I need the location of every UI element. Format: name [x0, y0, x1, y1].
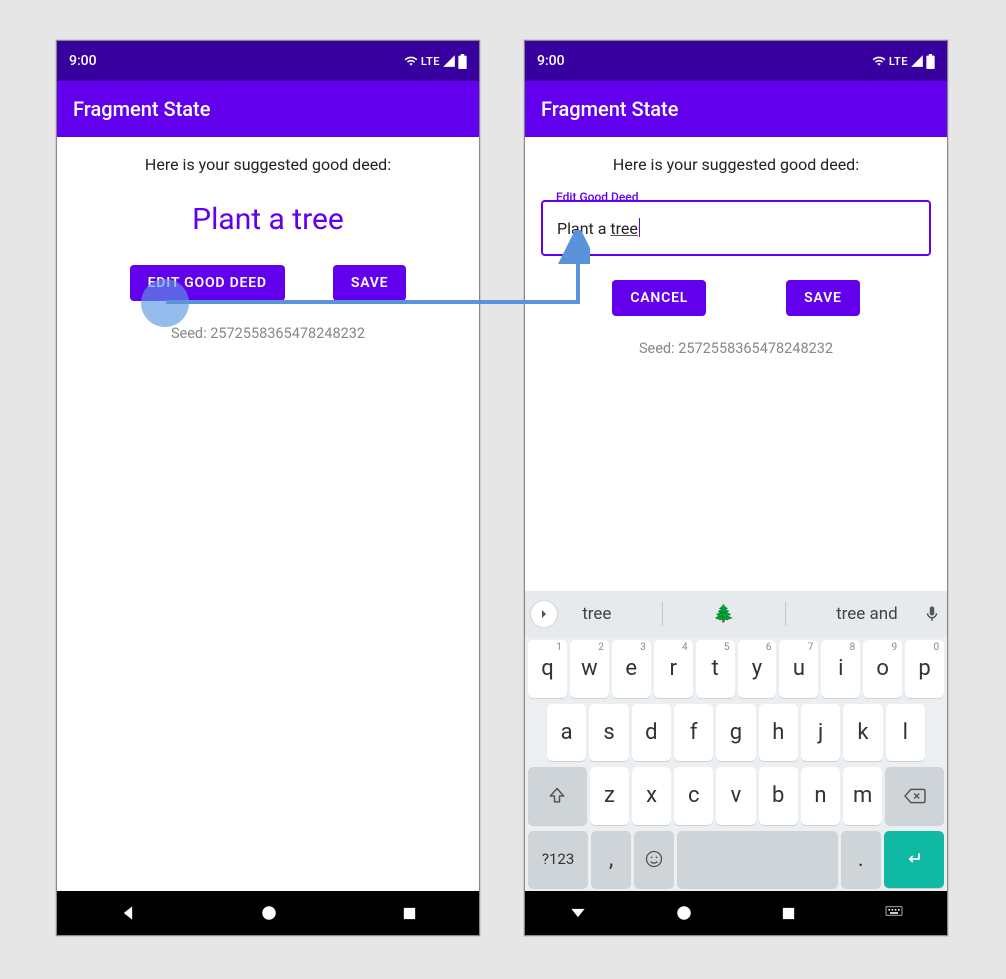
signal-icon	[442, 54, 456, 68]
suggestion-2[interactable]: 🌲	[713, 604, 734, 624]
back-icon[interactable]	[118, 903, 138, 923]
key-n[interactable]: n	[801, 767, 840, 825]
status-bar: 9:00 LTE	[57, 41, 479, 81]
nav-bar	[57, 891, 479, 935]
app-bar: Fragment State	[57, 81, 479, 137]
key-b[interactable]: b	[759, 767, 798, 825]
lte-label: LTE	[889, 55, 908, 68]
wifi-icon	[871, 54, 887, 68]
cancel-button[interactable]: CANCEL	[612, 280, 706, 316]
key-q[interactable]: q1	[528, 640, 567, 698]
key-c[interactable]: c	[674, 767, 713, 825]
key-j[interactable]: j	[801, 704, 840, 762]
expand-suggestions-icon[interactable]	[531, 601, 557, 627]
key-a[interactable]: a	[547, 704, 586, 762]
symbols-key[interactable]: ?123	[528, 831, 588, 889]
wifi-icon	[403, 54, 419, 68]
screen-right: 9:00 LTE Fragment State Here is your sug…	[525, 41, 947, 891]
key-d[interactable]: d	[632, 704, 671, 762]
status-bar: 9:00 LTE	[525, 41, 947, 81]
key-u[interactable]: u7	[779, 640, 818, 698]
shift-key[interactable]	[528, 767, 587, 825]
seed-text: Seed: 2572558365478248232	[57, 325, 479, 342]
key-o[interactable]: o9	[863, 640, 902, 698]
status-icons: LTE	[871, 54, 935, 69]
nav-bar	[525, 891, 947, 935]
key-e[interactable]: e3	[612, 640, 651, 698]
app-bar: Fragment State	[525, 81, 947, 137]
battery-icon	[458, 54, 467, 69]
app-title: Fragment State	[541, 97, 678, 121]
suggestions: tree 🌲 tree and	[557, 602, 923, 626]
suggestion-1[interactable]: tree	[582, 604, 611, 624]
separator	[662, 602, 663, 626]
key-r[interactable]: r4	[654, 640, 693, 698]
key-h[interactable]: h	[759, 704, 798, 762]
key-s[interactable]: s	[589, 704, 628, 762]
screen-left: 9:00 LTE Fragment State Here is your sug…	[57, 41, 479, 891]
key-row-2: asdfghjkl	[525, 701, 947, 765]
key-p[interactable]: p0	[905, 640, 944, 698]
key-l[interactable]: l	[886, 704, 925, 762]
key-grid: q1w2e3r4t5y6u7i8o9p0 asdfghjkl zxcvbnm ?…	[525, 637, 947, 891]
key-g[interactable]: g	[716, 704, 755, 762]
status-icons: LTE	[403, 54, 467, 69]
button-row: EDIT GOOD DEED SAVE	[57, 265, 479, 301]
key-f[interactable]: f	[674, 704, 713, 762]
period-key[interactable]: .	[841, 831, 881, 889]
space-key[interactable]	[677, 831, 837, 889]
key-y[interactable]: y6	[738, 640, 777, 698]
emoji-key[interactable]	[634, 831, 674, 889]
field-box[interactable]: Plant a tree	[541, 200, 931, 256]
prompt-text: Here is your suggested good deed:	[57, 155, 479, 174]
save-button[interactable]: SAVE	[333, 265, 407, 301]
enter-key[interactable]	[884, 831, 944, 889]
key-m[interactable]: m	[843, 767, 882, 825]
app-title: Fragment State	[73, 97, 210, 121]
save-button[interactable]: SAVE	[786, 280, 860, 316]
mic-icon[interactable]	[923, 605, 941, 623]
key-i[interactable]: i8	[821, 640, 860, 698]
edit-deed-field[interactable]: Edit Good Deed Plant a tree	[541, 200, 931, 256]
key-k[interactable]: k	[843, 704, 882, 762]
touch-ripple	[141, 279, 189, 327]
key-v[interactable]: v	[716, 767, 755, 825]
key-row-1: q1w2e3r4t5y6u7i8o9p0	[525, 637, 947, 701]
deed-text: Plant a tree	[57, 202, 479, 237]
backspace-key[interactable]	[885, 767, 944, 825]
status-time: 9:00	[537, 53, 565, 69]
status-time: 9:00	[69, 53, 97, 69]
seed-text: Seed: 2572558365478248232	[525, 340, 947, 357]
button-row: CANCEL SAVE	[525, 280, 947, 316]
home-icon[interactable]	[675, 904, 693, 922]
suggestion-row: tree 🌲 tree and	[525, 591, 947, 637]
signal-icon	[910, 54, 924, 68]
battery-icon	[926, 54, 935, 69]
key-row-3: zxcvbnm	[525, 764, 947, 828]
content-right: Here is your suggested good deed: Edit G…	[525, 137, 947, 891]
keyboard-hide-icon[interactable]	[884, 905, 904, 921]
key-row-4: ?123 , .	[525, 828, 947, 892]
separator	[785, 602, 786, 626]
home-icon[interactable]	[260, 904, 278, 922]
recents-icon[interactable]	[401, 905, 418, 922]
phone-left: 9:00 LTE Fragment State Here is your sug…	[56, 40, 480, 936]
key-x[interactable]: x	[632, 767, 671, 825]
comma-key[interactable]: ,	[591, 831, 631, 889]
recents-icon[interactable]	[780, 905, 797, 922]
field-value: Plant a tree	[557, 218, 640, 238]
back-icon[interactable]	[568, 903, 588, 923]
phone-right: 9:00 LTE Fragment State Here is your sug…	[524, 40, 948, 936]
content-left: Here is your suggested good deed: Plant …	[57, 137, 479, 891]
prompt-text: Here is your suggested good deed:	[525, 155, 947, 174]
key-z[interactable]: z	[590, 767, 629, 825]
suggestion-3[interactable]: tree and	[836, 604, 898, 624]
lte-label: LTE	[421, 55, 440, 68]
key-w[interactable]: w2	[570, 640, 609, 698]
soft-keyboard: tree 🌲 tree and q1w2e3r4t5y6u7i8o9p0 asd…	[525, 591, 947, 891]
key-t[interactable]: t5	[696, 640, 735, 698]
text-cursor	[639, 218, 641, 237]
